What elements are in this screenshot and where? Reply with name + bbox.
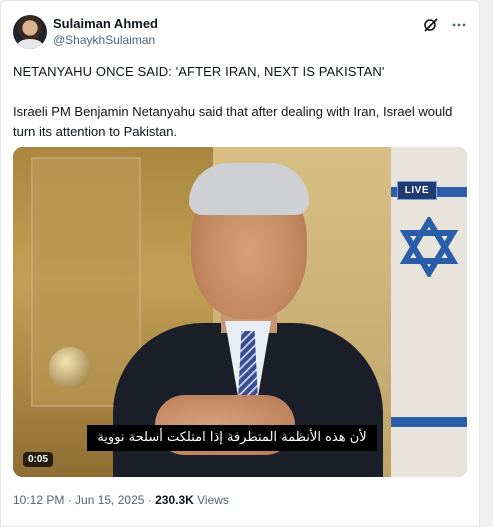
- avatar[interactable]: [13, 15, 47, 49]
- views-label: Views: [193, 493, 229, 507]
- speaker-hair: [189, 163, 309, 215]
- video-time-badge: 0:05: [23, 452, 54, 467]
- author-names: Sulaiman Ahmed @ShaykhSulaiman: [53, 16, 158, 48]
- live-badge: LIVE: [396, 181, 437, 200]
- more-icon[interactable]: [451, 17, 467, 33]
- post-headline: NETANYAHU ONCE SAID: 'AFTER IRAN, NEXT I…: [13, 64, 385, 79]
- post-body: Israeli PM Benjamin Netanyahu said that …: [13, 104, 453, 139]
- video-player[interactable]: LIVE لأن هذه الأنظمة المتطرفة إذا امتلكت…: [13, 147, 467, 477]
- avatar-shirt: [17, 39, 43, 49]
- post-timestamp[interactable]: 10:12 PM · Jun 15, 2025: [13, 493, 144, 507]
- post-actions: [423, 17, 467, 33]
- views-count: 230.3K: [155, 493, 194, 507]
- meta-separator: ·: [144, 493, 156, 507]
- post-header: Sulaiman Ahmed @ShaykhSulaiman: [13, 13, 467, 53]
- post-card: Sulaiman Ahmed @ShaykhSulaiman NETANYAHU…: [0, 0, 480, 527]
- star-of-david-icon: [399, 217, 459, 277]
- author-display-name[interactable]: Sulaiman Ahmed: [53, 16, 158, 32]
- video-subtitle: لأن هذه الأنظمة المتطرفة إذا امتلكت أسلح…: [87, 425, 377, 451]
- video-decor-dome: [49, 347, 91, 389]
- grok-icon[interactable]: [423, 17, 439, 33]
- post-meta: 10:12 PM · Jun 15, 2025 · 230.3K Views: [13, 493, 229, 507]
- flag-stripe: [391, 417, 467, 427]
- author-handle[interactable]: @ShaykhSulaiman: [53, 32, 158, 48]
